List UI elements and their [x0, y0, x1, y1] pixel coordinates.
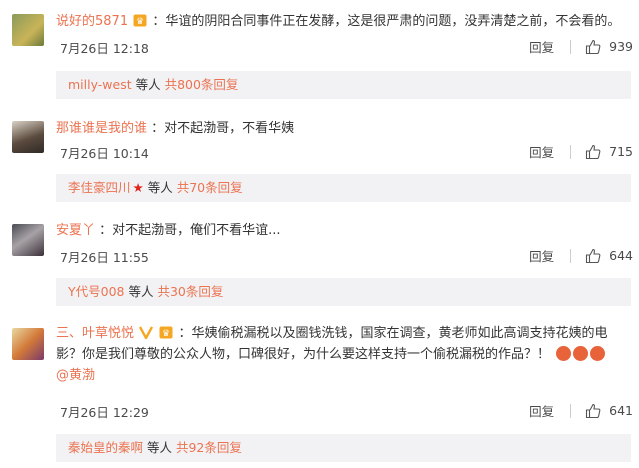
avatar[interactable] — [12, 14, 44, 46]
comment-text: ：对不起渤哥，不看华姨 — [151, 121, 295, 136]
timestamp: 7月26日 12:29 — [60, 405, 149, 420]
avatar[interactable] — [12, 121, 44, 153]
reply-button[interactable]: 回复 — [529, 37, 554, 56]
sub-reply-count[interactable]: 共92条回复 — [176, 440, 242, 455]
divider — [570, 39, 572, 54]
svg-text:♛: ♛ — [136, 17, 144, 27]
angry-emoji-icon — [590, 346, 606, 361]
angry-emoji-icon — [573, 346, 589, 361]
sub-reply-user[interactable]: Y代号008 — [68, 284, 125, 299]
sub-reply-etc: 等人 — [124, 284, 158, 299]
avatar[interactable] — [12, 224, 44, 256]
sub-reply-etc: 等人 — [131, 77, 165, 92]
divider — [570, 144, 572, 159]
username-link[interactable]: 三、叶草悦悦 — [56, 326, 134, 341]
sub-reply-user[interactable]: 李佳豪四川 — [68, 180, 131, 195]
like-count: 939 — [609, 39, 633, 54]
timestamp: 7月26日 11:55 — [60, 250, 149, 265]
sub-replies-bar[interactable]: 李佳豪四川 ★ 等人 共70条回复 — [56, 174, 631, 202]
verified-v-icon — [139, 326, 154, 339]
sub-replies-bar[interactable]: 秦始皇的秦啊 等人 共92条回复 — [56, 434, 631, 462]
thumbs-up-icon — [586, 144, 601, 159]
sub-reply-user[interactable]: 秦始皇的秦啊 — [68, 440, 143, 455]
reply-button[interactable]: 回复 — [529, 142, 554, 161]
like-count: 644 — [609, 248, 633, 263]
mention-link[interactable]: @黄渤 — [56, 368, 95, 383]
like-button[interactable]: 939 — [585, 39, 633, 55]
comment-text: ：对不起渤哥，俺们不看华谊... — [99, 223, 281, 238]
like-button[interactable]: 641 — [585, 403, 633, 419]
reply-button[interactable]: 回复 — [529, 246, 554, 265]
vip-badge-icon: ♛ — [133, 14, 147, 27]
like-button[interactable]: 644 — [585, 248, 633, 264]
divider — [570, 248, 572, 263]
reply-button[interactable]: 回复 — [529, 401, 554, 420]
divider — [570, 403, 572, 418]
sub-reply-count[interactable]: 共70条回复 — [177, 180, 243, 195]
username-link[interactable]: 那谁谁是我的谁 — [56, 121, 147, 136]
thumbs-up-icon — [586, 248, 601, 263]
vip-badge-icon: ♛ — [159, 326, 173, 339]
sub-reply-count[interactable]: 共800条回复 — [165, 77, 239, 92]
username-link[interactable]: 说好的5871 — [56, 14, 128, 29]
angry-emoji-icon — [556, 346, 572, 361]
like-button[interactable]: 715 — [585, 144, 633, 160]
svg-text:♛: ♛ — [162, 329, 170, 339]
comment-text: ：华谊的阴阳合同事件正在发酵，这是很严肃的问题，没弄清楚之前，不会看的。 — [152, 14, 621, 29]
star-badge-icon: ★ — [132, 180, 144, 195]
sub-reply-etc: 等人 — [143, 180, 177, 195]
timestamp: 7月26日 12:18 — [60, 41, 149, 56]
thumbs-up-icon — [586, 403, 601, 418]
sub-reply-etc: 等人 — [143, 440, 176, 455]
sub-reply-user[interactable]: milly-west — [68, 77, 132, 92]
avatar[interactable] — [12, 328, 44, 360]
sub-replies-bar[interactable]: milly-west 等人 共800条回复 — [56, 71, 631, 99]
timestamp: 7月26日 10:14 — [60, 146, 149, 161]
thumbs-up-icon — [586, 39, 601, 54]
like-count: 715 — [609, 144, 633, 159]
sub-reply-count[interactable]: 共30条回复 — [157, 284, 223, 299]
username-link[interactable]: 安夏丫 — [56, 223, 95, 238]
sub-replies-bar[interactable]: Y代号008 等人 共30条回复 — [56, 278, 631, 306]
like-count: 641 — [609, 403, 633, 418]
